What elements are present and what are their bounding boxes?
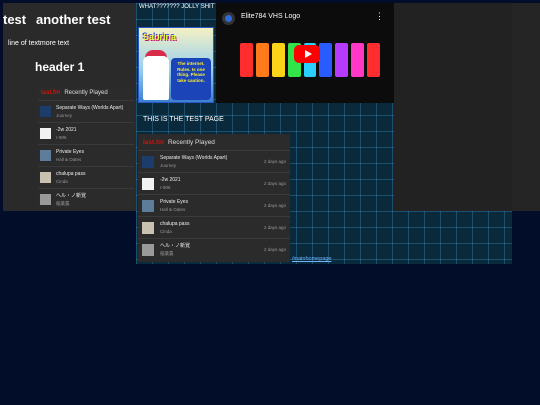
- lastfm-logo[interactable]: last.fm: [41, 90, 60, 96]
- character-figure: [143, 56, 169, 100]
- logo-color-bar: [319, 43, 333, 77]
- jolly-text: WHAT??????? JOLLY SHIT: [139, 4, 215, 10]
- album-art-icon: [142, 155, 154, 168]
- track-artist[interactable]: Cinda: [56, 179, 134, 184]
- logo-color-bar: [240, 43, 253, 77]
- more-options-icon[interactable]: ⋮: [375, 12, 384, 21]
- played-time: 2 days ago: [263, 181, 286, 186]
- recently-played-label: Recently Played: [167, 138, 215, 146]
- album-art-icon: [142, 243, 154, 256]
- video-title[interactable]: Elite784 VHS Logo: [241, 13, 300, 20]
- played-time: 2 days ago: [263, 159, 286, 164]
- track-title[interactable]: Separate Ways (Worlds Apart): [56, 105, 134, 111]
- album-art-icon: [40, 150, 51, 161]
- logo-color-bar: [271, 43, 285, 77]
- played-time: 2 days ago: [263, 203, 286, 208]
- played-time: 2 days ago: [263, 247, 286, 252]
- track-artist[interactable]: 稲葉農: [56, 201, 134, 207]
- right-edge-panel: [512, 3, 540, 211]
- track-title[interactable]: Private Eyes: [160, 199, 264, 205]
- lastfm-logo[interactable]: last.fm: [143, 139, 164, 146]
- track-artist[interactable]: Hall & Oates: [160, 207, 264, 212]
- track-artist[interactable]: r-906: [160, 185, 264, 190]
- logo-color-bar: [367, 43, 381, 77]
- track-artist[interactable]: Journey: [160, 163, 264, 168]
- album-art-icon: [40, 194, 51, 205]
- header-1: header 1: [35, 60, 85, 74]
- youtube-embed[interactable]: Elite784 VHS Logo ⋮: [216, 3, 394, 103]
- speech-text: The internet. Rules. Is one thing. Pleas…: [177, 61, 205, 83]
- speech-bubble: The internet. Rules. Is one thing. Pleas…: [171, 58, 211, 100]
- title-another-test: another test: [36, 12, 111, 27]
- track-artist[interactable]: Cinda: [160, 229, 264, 234]
- track-artist[interactable]: Hall & Oates: [56, 157, 134, 162]
- logo-color-bar: [255, 43, 269, 77]
- play-button[interactable]: [294, 45, 320, 63]
- test-page-heading: THIS IS THE TEST PAGE: [143, 116, 224, 123]
- track-title[interactable]: chalupa pass: [160, 221, 264, 227]
- logo-color-bar: [351, 43, 365, 77]
- anime-gif-image: Sabrina The internet. Rules. Is one thin…: [138, 27, 214, 103]
- track-artist[interactable]: 稲葉農: [160, 251, 264, 257]
- track-title[interactable]: -2w 2021: [56, 127, 134, 133]
- recently-played-label: Recently Played: [64, 90, 108, 96]
- track-title[interactable]: Private Eyes: [56, 149, 134, 155]
- track-title[interactable]: chalupa pass: [56, 171, 134, 177]
- album-art-icon: [40, 172, 51, 183]
- track-row[interactable]: ヘル・ノ新覚 稲葉農 2 days ago: [138, 238, 290, 260]
- track-title[interactable]: Separate Ways (Worlds Apart): [160, 155, 264, 161]
- album-art-icon: [142, 221, 154, 234]
- track-row[interactable]: Private Eyes Hall & Oates 2 days ago: [138, 194, 290, 216]
- album-art-icon: [40, 128, 51, 139]
- lastfm-header: last.fm Recently Played: [38, 86, 134, 100]
- track-title[interactable]: ヘル・ノ新覚: [160, 242, 264, 249]
- track-title[interactable]: -2w 2021: [160, 177, 264, 183]
- track-row[interactable]: chalupa pass Cinda: [38, 166, 134, 188]
- lastfm-widget-small: last.fm Recently Played Separate Ways (W…: [38, 86, 134, 208]
- play-icon: [304, 50, 312, 58]
- album-art-icon: [142, 199, 154, 212]
- track-title[interactable]: ヘル・ノ新覚: [56, 192, 134, 199]
- album-art-icon: [142, 177, 154, 190]
- gif-logo: Sabrina: [143, 32, 177, 42]
- logo-color-bar: [335, 43, 349, 77]
- track-row[interactable]: chalupa pass Cinda 2 days ago: [138, 216, 290, 238]
- track-row[interactable]: Separate Ways (Worlds Apart) Journey: [38, 100, 134, 122]
- album-art-icon: [40, 106, 51, 117]
- track-row[interactable]: Separate Ways (Worlds Apart) Journey 2 da…: [138, 150, 290, 172]
- lastfm-widget-large: last.fm Recently Played Separate Ways (W…: [138, 134, 290, 262]
- line-of-text: line of textmore text: [8, 40, 70, 47]
- channel-avatar[interactable]: [222, 12, 235, 25]
- track-row[interactable]: -2w 2021 r-906 2 days ago: [138, 172, 290, 194]
- mainhomepage-link[interactable]: /mainhomepage: [292, 256, 331, 262]
- track-row[interactable]: Private Eyes Hall & Oates: [38, 144, 134, 166]
- played-time: 2 days ago: [263, 225, 286, 230]
- track-row[interactable]: -2w 2021 r-906: [38, 122, 134, 144]
- lastfm-header: last.fm Recently Played: [138, 134, 290, 150]
- track-artist[interactable]: r-906: [56, 135, 134, 140]
- track-row[interactable]: ヘル・ノ新覚 稲葉農: [38, 188, 134, 210]
- track-artist[interactable]: Journey: [56, 113, 134, 118]
- title-test: test: [3, 12, 27, 27]
